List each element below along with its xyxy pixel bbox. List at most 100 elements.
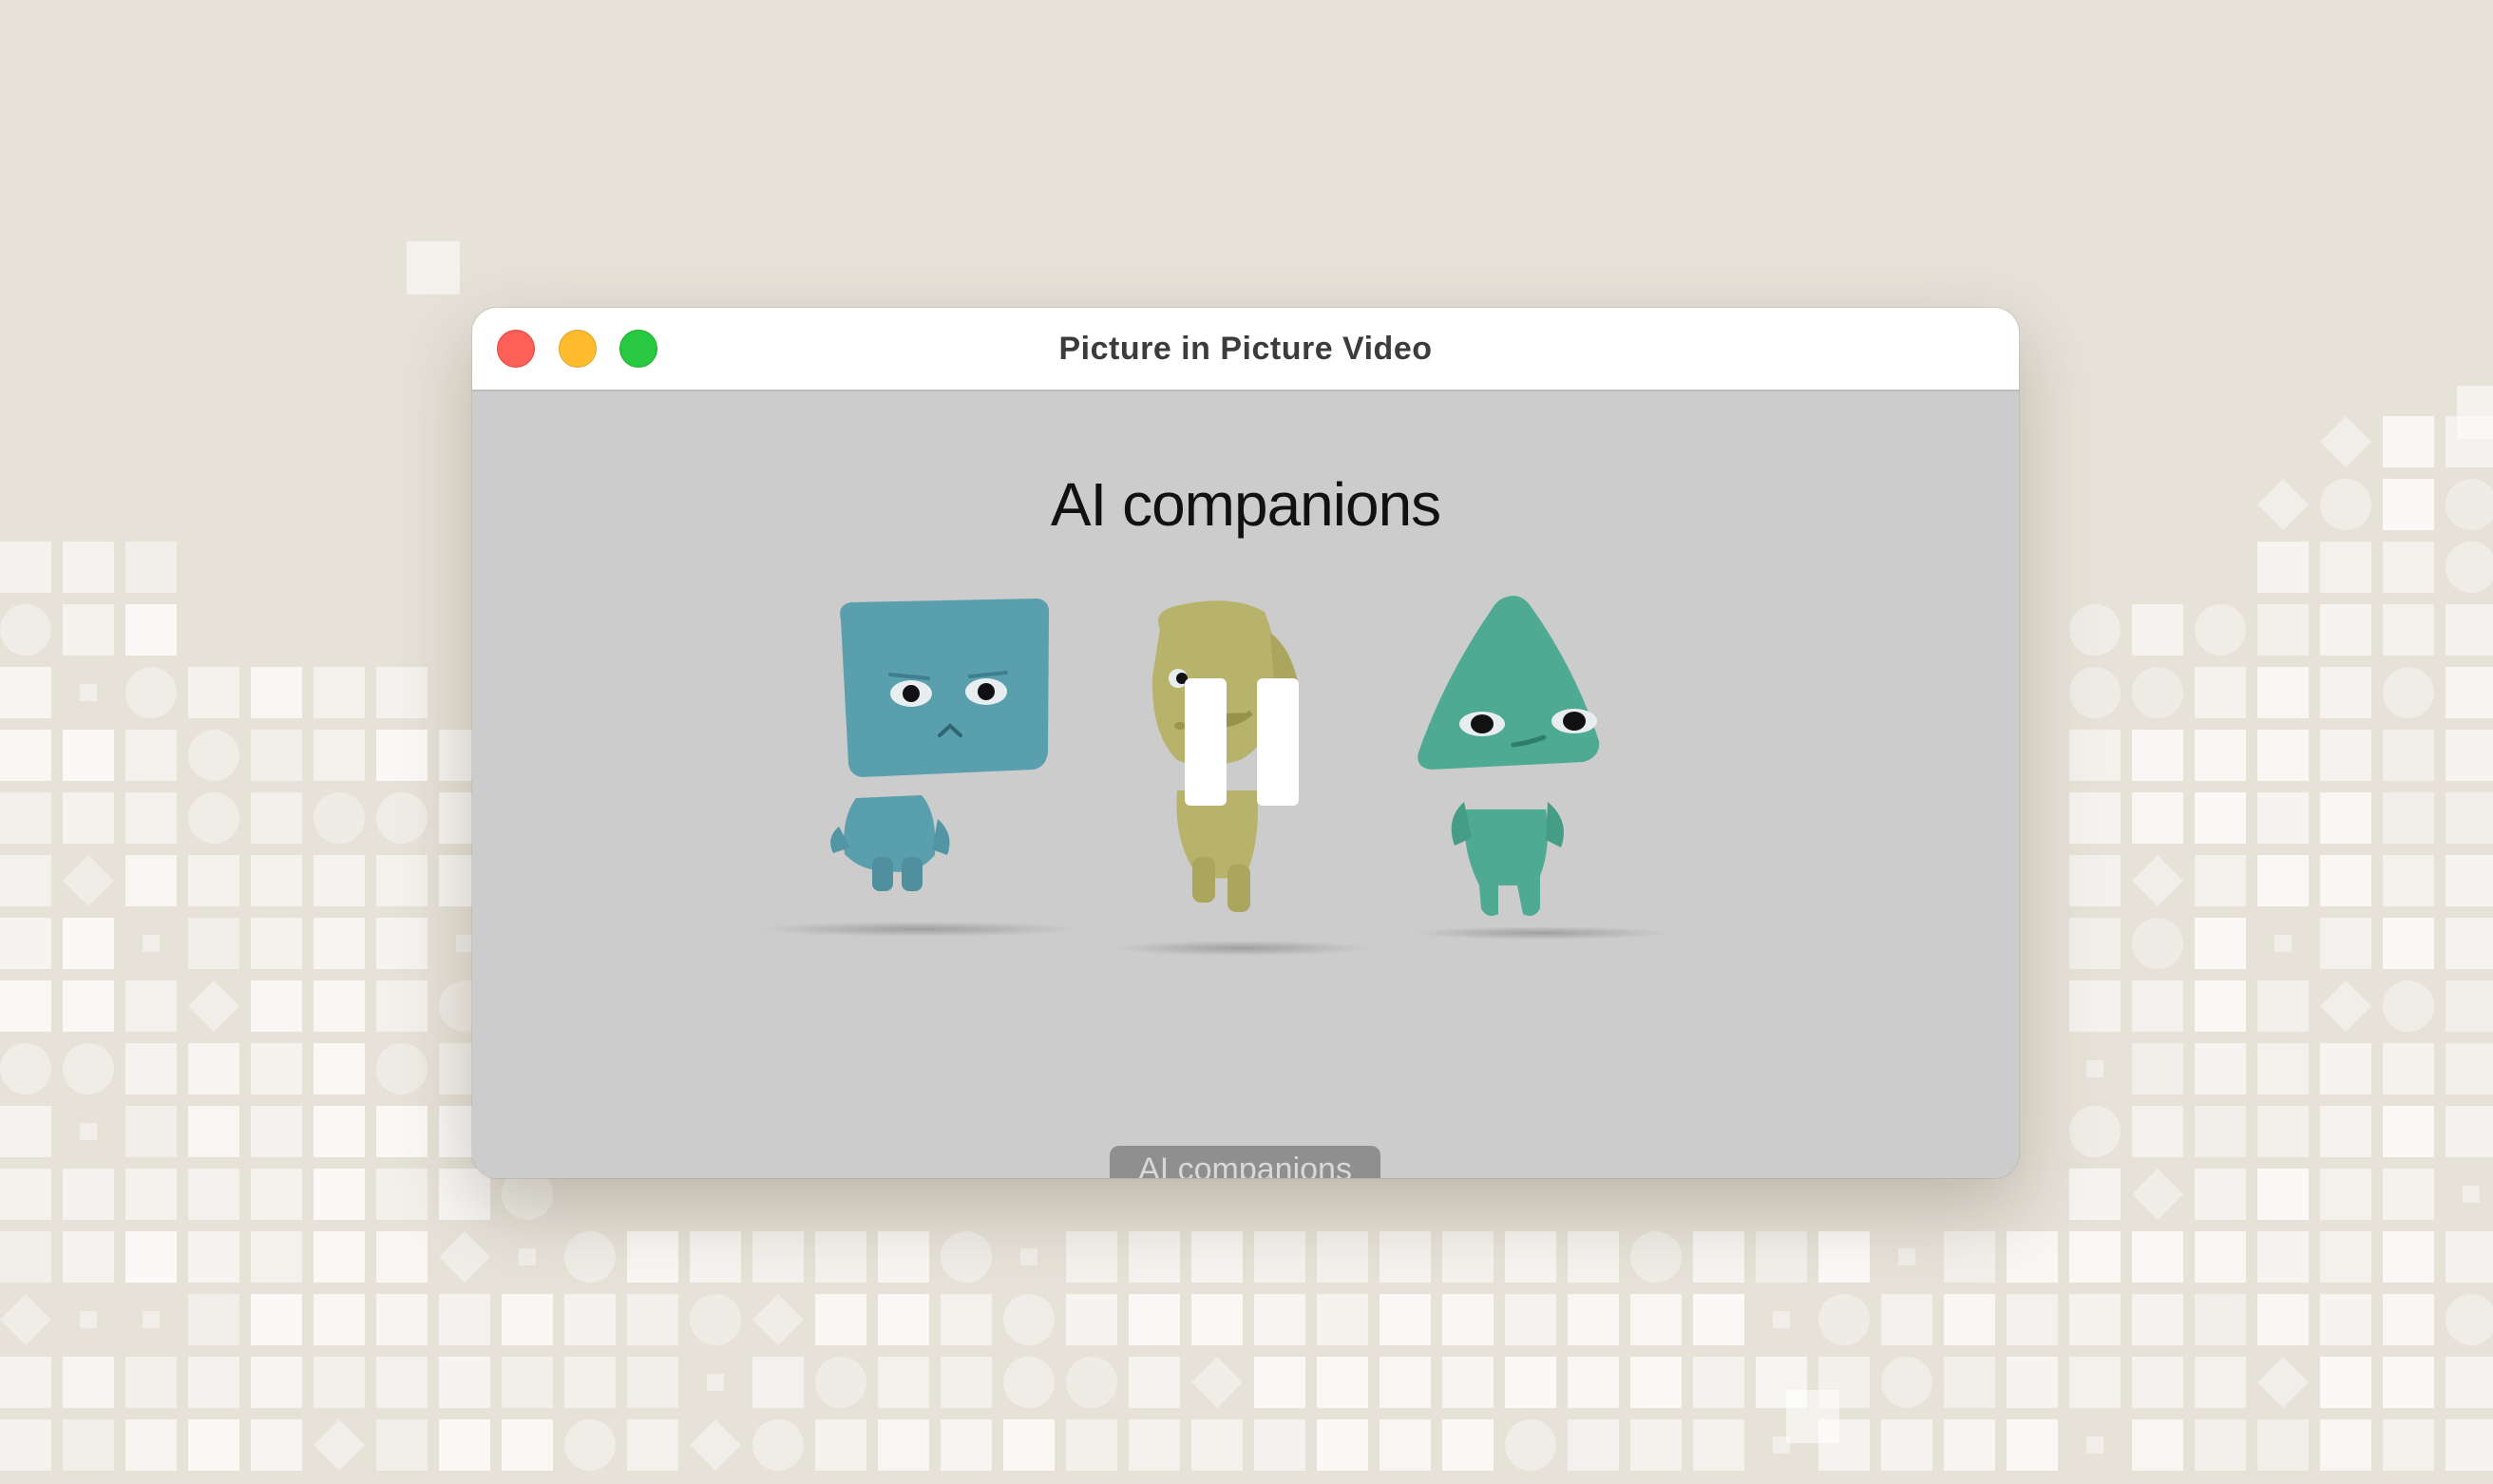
pause-bar-left <box>1185 678 1227 806</box>
background-tile <box>188 667 239 718</box>
background-tile <box>188 1043 239 1094</box>
background-tile <box>1505 1294 1556 1345</box>
background-tile <box>1020 1248 1037 1265</box>
background-tile <box>63 792 114 844</box>
background-tile <box>2069 604 2121 656</box>
background-tile <box>125 855 177 906</box>
background-tile <box>0 667 51 718</box>
background-tile <box>63 1357 114 1408</box>
background-tile <box>80 1311 97 1328</box>
background-tile <box>1881 1419 1932 1471</box>
background-tile <box>2195 667 2246 718</box>
background-tile <box>314 1169 365 1220</box>
background-tile <box>2132 1043 2183 1094</box>
background-tile <box>941 1419 992 1471</box>
background-tile <box>564 1419 616 1471</box>
background-tile <box>251 1043 302 1094</box>
background-tile <box>188 1419 239 1471</box>
video-caption: AI companions <box>1110 1146 1380 1178</box>
background-tile <box>0 1231 51 1283</box>
background-tile <box>1254 1231 1305 1283</box>
background-tile <box>2069 1357 2121 1408</box>
background-tile <box>564 1357 616 1408</box>
background-tile <box>439 1231 490 1283</box>
background-tile <box>2383 1419 2434 1471</box>
background-tile <box>2320 604 2371 656</box>
background-tile <box>314 1294 365 1345</box>
background-tile <box>941 1357 992 1408</box>
background-tile <box>941 1294 992 1345</box>
background-tile <box>314 792 365 844</box>
background-tile <box>188 1106 239 1157</box>
background-tile <box>1756 1231 1807 1283</box>
background-tile <box>815 1294 866 1345</box>
background-tile <box>2257 980 2309 1032</box>
background-tile <box>314 1106 365 1157</box>
background-tile <box>690 1231 741 1283</box>
background-tile <box>1630 1419 1682 1471</box>
background-tile <box>2195 604 2246 656</box>
background-tile <box>314 667 365 718</box>
background-tile <box>1442 1419 1494 1471</box>
background-tile <box>2007 1231 2058 1283</box>
background-tile <box>2132 1419 2183 1471</box>
background-tile <box>188 1357 239 1408</box>
background-tile <box>63 980 114 1032</box>
background-tile <box>2320 1106 2371 1157</box>
background-tile <box>564 1231 616 1283</box>
background-tile <box>314 730 365 781</box>
pause-button[interactable] <box>1183 678 1301 809</box>
background-tile <box>251 855 302 906</box>
background-tile <box>2320 792 2371 844</box>
background-tile <box>2195 1106 2246 1157</box>
background-tile <box>0 1357 51 1408</box>
background-tile <box>1630 1231 1682 1283</box>
background-tile <box>2257 1169 2309 1220</box>
background-tile <box>376 980 428 1032</box>
title-bar[interactable]: Picture in Picture Video <box>472 308 2019 391</box>
background-tile <box>376 1169 428 1220</box>
background-tile <box>2445 1106 2493 1157</box>
background-tile <box>1129 1419 1180 1471</box>
background-tile <box>2383 855 2434 906</box>
background-tile <box>2445 604 2493 656</box>
background-tile <box>0 1106 51 1157</box>
background-tile <box>314 1231 365 1283</box>
background-tile <box>2445 980 2493 1032</box>
background-tile <box>1505 1231 1556 1283</box>
background-tile <box>251 1231 302 1283</box>
background-tile <box>2257 542 2309 593</box>
background-tile <box>314 1357 365 1408</box>
background-tile <box>251 792 302 844</box>
background-tile <box>125 542 177 593</box>
background-tile <box>251 1169 302 1220</box>
background-tile <box>2445 1231 2493 1283</box>
background-tile <box>941 1231 992 1283</box>
video-player[interactable]: AI companions AI companions <box>472 391 2019 1178</box>
background-tile <box>1003 1357 1055 1408</box>
pause-bar-right <box>1257 678 1299 806</box>
background-tile <box>2383 792 2434 844</box>
background-tile <box>2445 667 2493 718</box>
background-tile <box>2132 1106 2183 1157</box>
background-tile <box>439 1294 490 1345</box>
background-tile <box>251 667 302 718</box>
background-tile <box>519 1248 536 1265</box>
background-tile <box>2257 730 2309 781</box>
background-tile <box>2132 1231 2183 1283</box>
background-tile <box>376 792 428 844</box>
background-tile <box>0 542 51 593</box>
background-tile <box>2257 479 2309 530</box>
background-tile <box>2383 667 2434 718</box>
background-tile <box>878 1231 929 1283</box>
background-tile <box>2320 1419 2371 1471</box>
background-tile <box>2445 1419 2493 1471</box>
background-tile <box>2320 1294 2371 1345</box>
background-tile <box>2132 792 2183 844</box>
background-tile <box>2007 1357 2058 1408</box>
background-tile <box>2383 542 2434 593</box>
background-tile <box>2445 792 2493 844</box>
background-tile <box>2195 1294 2246 1345</box>
background-tile <box>2257 1231 2309 1283</box>
background-tile <box>2195 918 2246 969</box>
